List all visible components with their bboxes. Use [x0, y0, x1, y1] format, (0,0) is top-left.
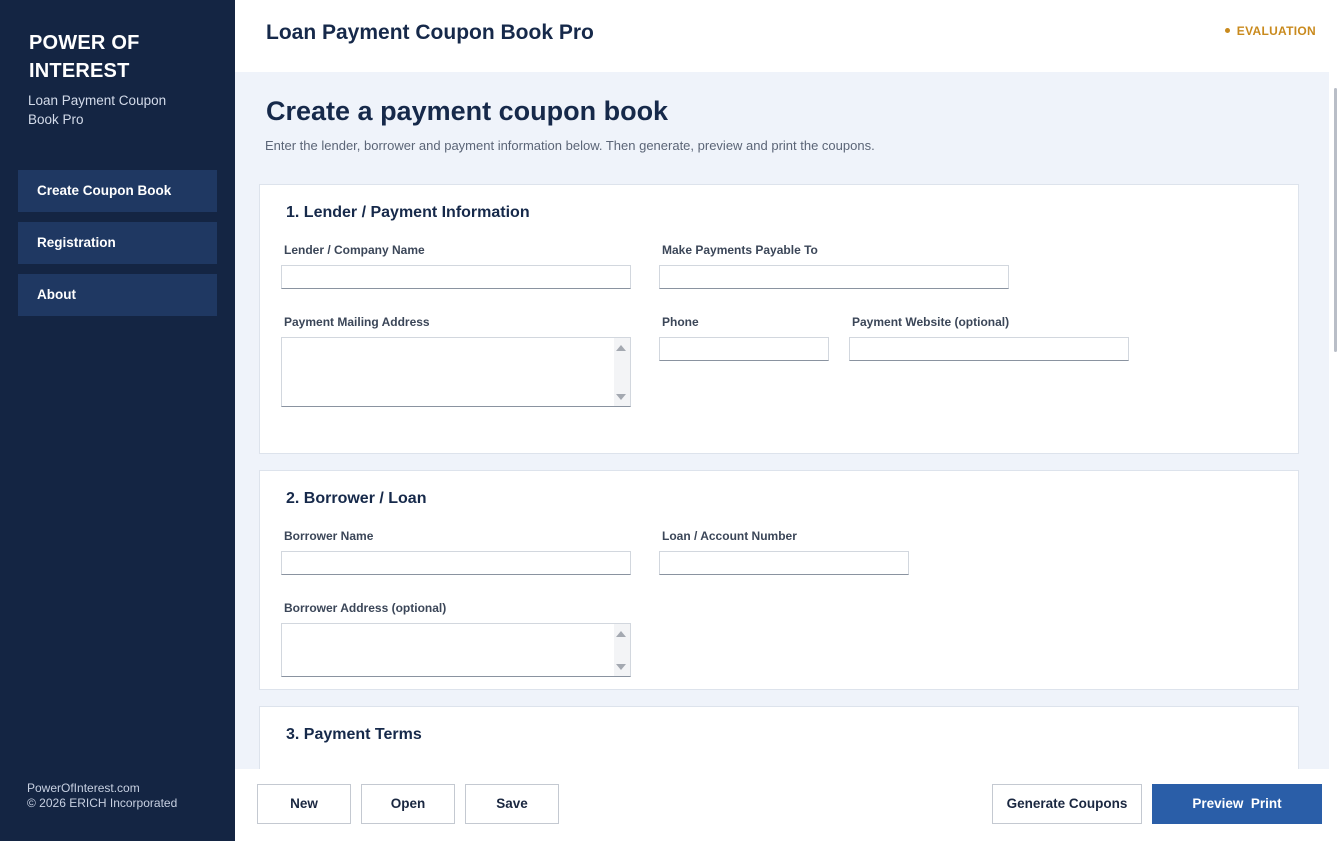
main-content: Create a payment coupon book Enter the l… [235, 72, 1329, 769]
mailing-address-textarea[interactable] [281, 337, 631, 407]
borrower-name-input[interactable] [281, 551, 631, 575]
sidebar-item-create-coupon-book[interactable]: Create Coupon Book [18, 170, 217, 212]
borrower-address-label: Borrower Address (optional) [284, 601, 447, 615]
evaluation-badge: EVALUATION [1224, 24, 1316, 38]
sidebar-item-about[interactable]: About [18, 274, 217, 316]
page-scrollbar[interactable] [1329, 72, 1344, 769]
status-dot-icon [1224, 28, 1230, 34]
website-input[interactable] [849, 337, 1129, 361]
lender-section: 1. Lender / Payment Information Lender /… [259, 184, 1299, 454]
section-title: 3. Payment Terms [286, 726, 422, 743]
scroll-down-icon[interactable] [616, 394, 626, 400]
website-label: Payment Website (optional) [852, 315, 1010, 329]
section-title: 1. Lender / Payment Information [286, 204, 530, 221]
mailing-address-label: Payment Mailing Address [284, 315, 430, 329]
generate-coupons-button[interactable]: Generate Coupons [992, 784, 1142, 824]
header: Loan Payment Coupon Book Pro EVALUATION [235, 0, 1344, 72]
evaluation-label: EVALUATION [1236, 24, 1316, 38]
phone-input[interactable] [659, 337, 829, 361]
phone-label: Phone [662, 315, 699, 329]
account-number-input[interactable] [659, 551, 909, 575]
scroll-up-icon[interactable] [616, 345, 626, 351]
scrollbar-thumb[interactable] [1334, 88, 1337, 352]
brand-title: POWER OF INTEREST [29, 32, 140, 82]
app-title: Loan Payment Coupon Book Pro [266, 21, 594, 44]
footer-copyright: © 2026 ERICH Incorporated [27, 796, 178, 810]
sidebar-item-registration[interactable]: Registration [18, 222, 217, 264]
page-description: Enter the lender, borrower and payment i… [265, 138, 875, 153]
payable-to-label: Make Payments Payable To [662, 243, 818, 257]
open-button[interactable]: Open [361, 784, 455, 824]
action-bar: New Open Save Generate Coupons Preview P… [235, 769, 1344, 841]
scroll-down-icon[interactable] [616, 664, 626, 670]
brand-subtitle: Loan Payment Coupon Book Pro [28, 93, 167, 127]
sidebar-nav: Create Coupon Book Registration About [18, 170, 217, 326]
scroll-up-icon[interactable] [616, 631, 626, 637]
preview-print-button[interactable]: Preview Print [1152, 784, 1322, 824]
company-name-label: Lender / Company Name [284, 243, 425, 257]
borrower-address-textarea[interactable] [281, 623, 631, 677]
company-name-input[interactable] [281, 265, 631, 289]
save-button[interactable]: Save [465, 784, 559, 824]
sidebar: POWER OF INTEREST Loan Payment Coupon Bo… [0, 0, 235, 841]
borrower-section: 2. Borrower / Loan Borrower Name Loan / … [259, 470, 1299, 690]
payment-terms-section: 3. Payment Terms [259, 706, 1299, 769]
account-number-label: Loan / Account Number [662, 529, 797, 543]
section-title: 2. Borrower / Loan [286, 490, 427, 507]
new-button[interactable]: New [257, 784, 351, 824]
sidebar-footer: PowerOfInterest.com © 2026 ERICH Incorpo… [27, 781, 177, 811]
payable-to-input[interactable] [659, 265, 1009, 289]
borrower-name-label: Borrower Name [284, 529, 374, 543]
page-title: Create a payment coupon book [266, 96, 669, 126]
footer-website: PowerOfInterest.com [27, 781, 140, 795]
